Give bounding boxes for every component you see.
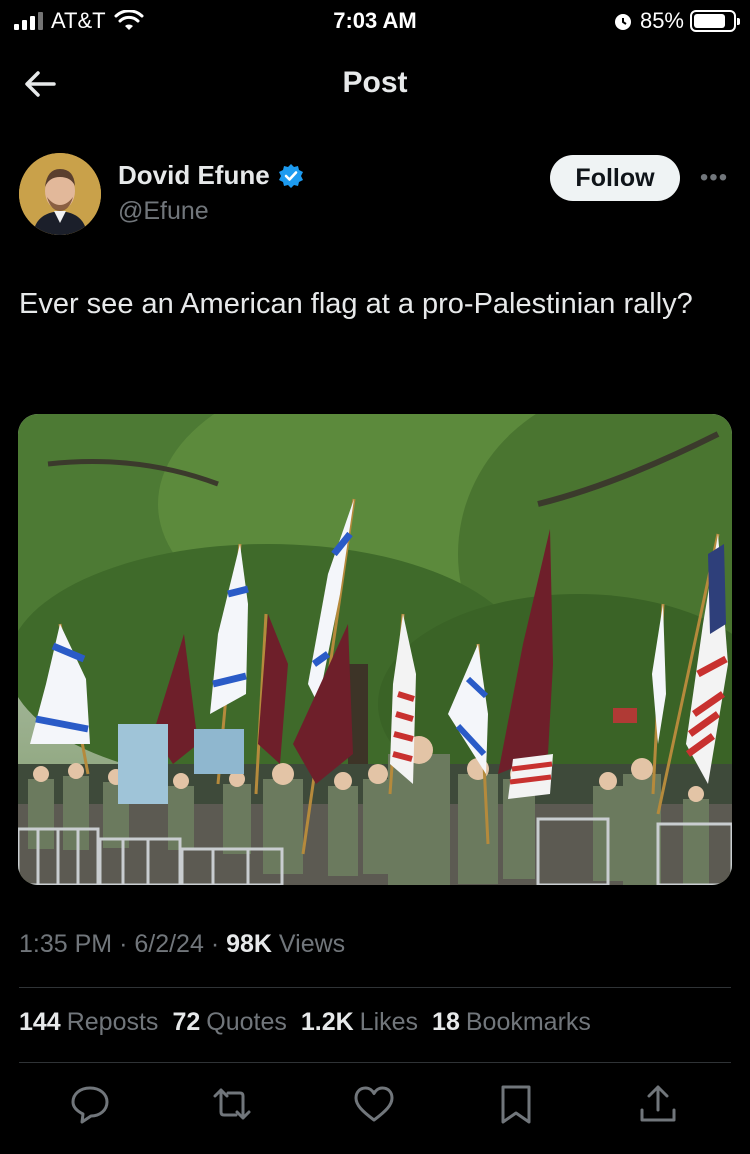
author-name-row[interactable]: Dovid Efune: [118, 160, 304, 191]
likes-stat[interactable]: 1.2K Likes: [301, 1008, 418, 1037]
more-horizontal-icon[interactable]: •••: [696, 164, 732, 192]
top-bar: Post: [0, 56, 750, 112]
tweet-meta: 1:35 PM · 6/2/24 · 98K Views: [19, 930, 346, 958]
avatar[interactable]: [19, 153, 101, 235]
verified-badge-icon: [278, 163, 303, 188]
battery-icon: [690, 10, 740, 32]
status-bar: AT&T 7:03 AM 85%: [0, 0, 750, 40]
engagement-stats: 144 Reposts 72 Quotes 1.2K Likes 18 Bookmark…: [19, 1008, 591, 1037]
divider: [19, 1062, 731, 1063]
divider: [19, 987, 731, 988]
action-bar: [0, 1080, 750, 1130]
share-icon[interactable]: [634, 1080, 682, 1128]
reply-icon[interactable]: [66, 1080, 114, 1128]
alarm-icon: [614, 14, 631, 30]
follow-button[interactable]: Follow: [550, 155, 680, 201]
reposts-stat[interactable]: 144 Reposts: [19, 1008, 158, 1037]
tweet-text: Ever see an American flag at a pro-Pales…: [19, 288, 693, 320]
author-handle[interactable]: @Efune: [118, 197, 209, 226]
battery-percent: 85%: [639, 8, 684, 33]
bookmarks-stat[interactable]: 18 Bookmarks: [432, 1008, 591, 1037]
heart-icon[interactable]: [350, 1080, 398, 1128]
repost-icon[interactable]: [208, 1080, 256, 1128]
tweet-photo[interactable]: [18, 414, 732, 885]
tweet-date: 6/2/24: [134, 930, 204, 958]
parade-photo-illustration: [18, 414, 732, 885]
status-right: 85%: [612, 8, 740, 34]
page-title: Post: [342, 66, 408, 99]
quotes-stat[interactable]: 72 Quotes: [172, 1008, 286, 1037]
author-name[interactable]: Dovid Efune: [118, 160, 270, 191]
views-count: 98K: [226, 930, 272, 958]
bookmark-icon[interactable]: [492, 1080, 540, 1128]
avatar-image: [19, 153, 101, 235]
views-label: Views: [278, 930, 346, 958]
tweet-time: 1:35 PM: [19, 930, 113, 958]
